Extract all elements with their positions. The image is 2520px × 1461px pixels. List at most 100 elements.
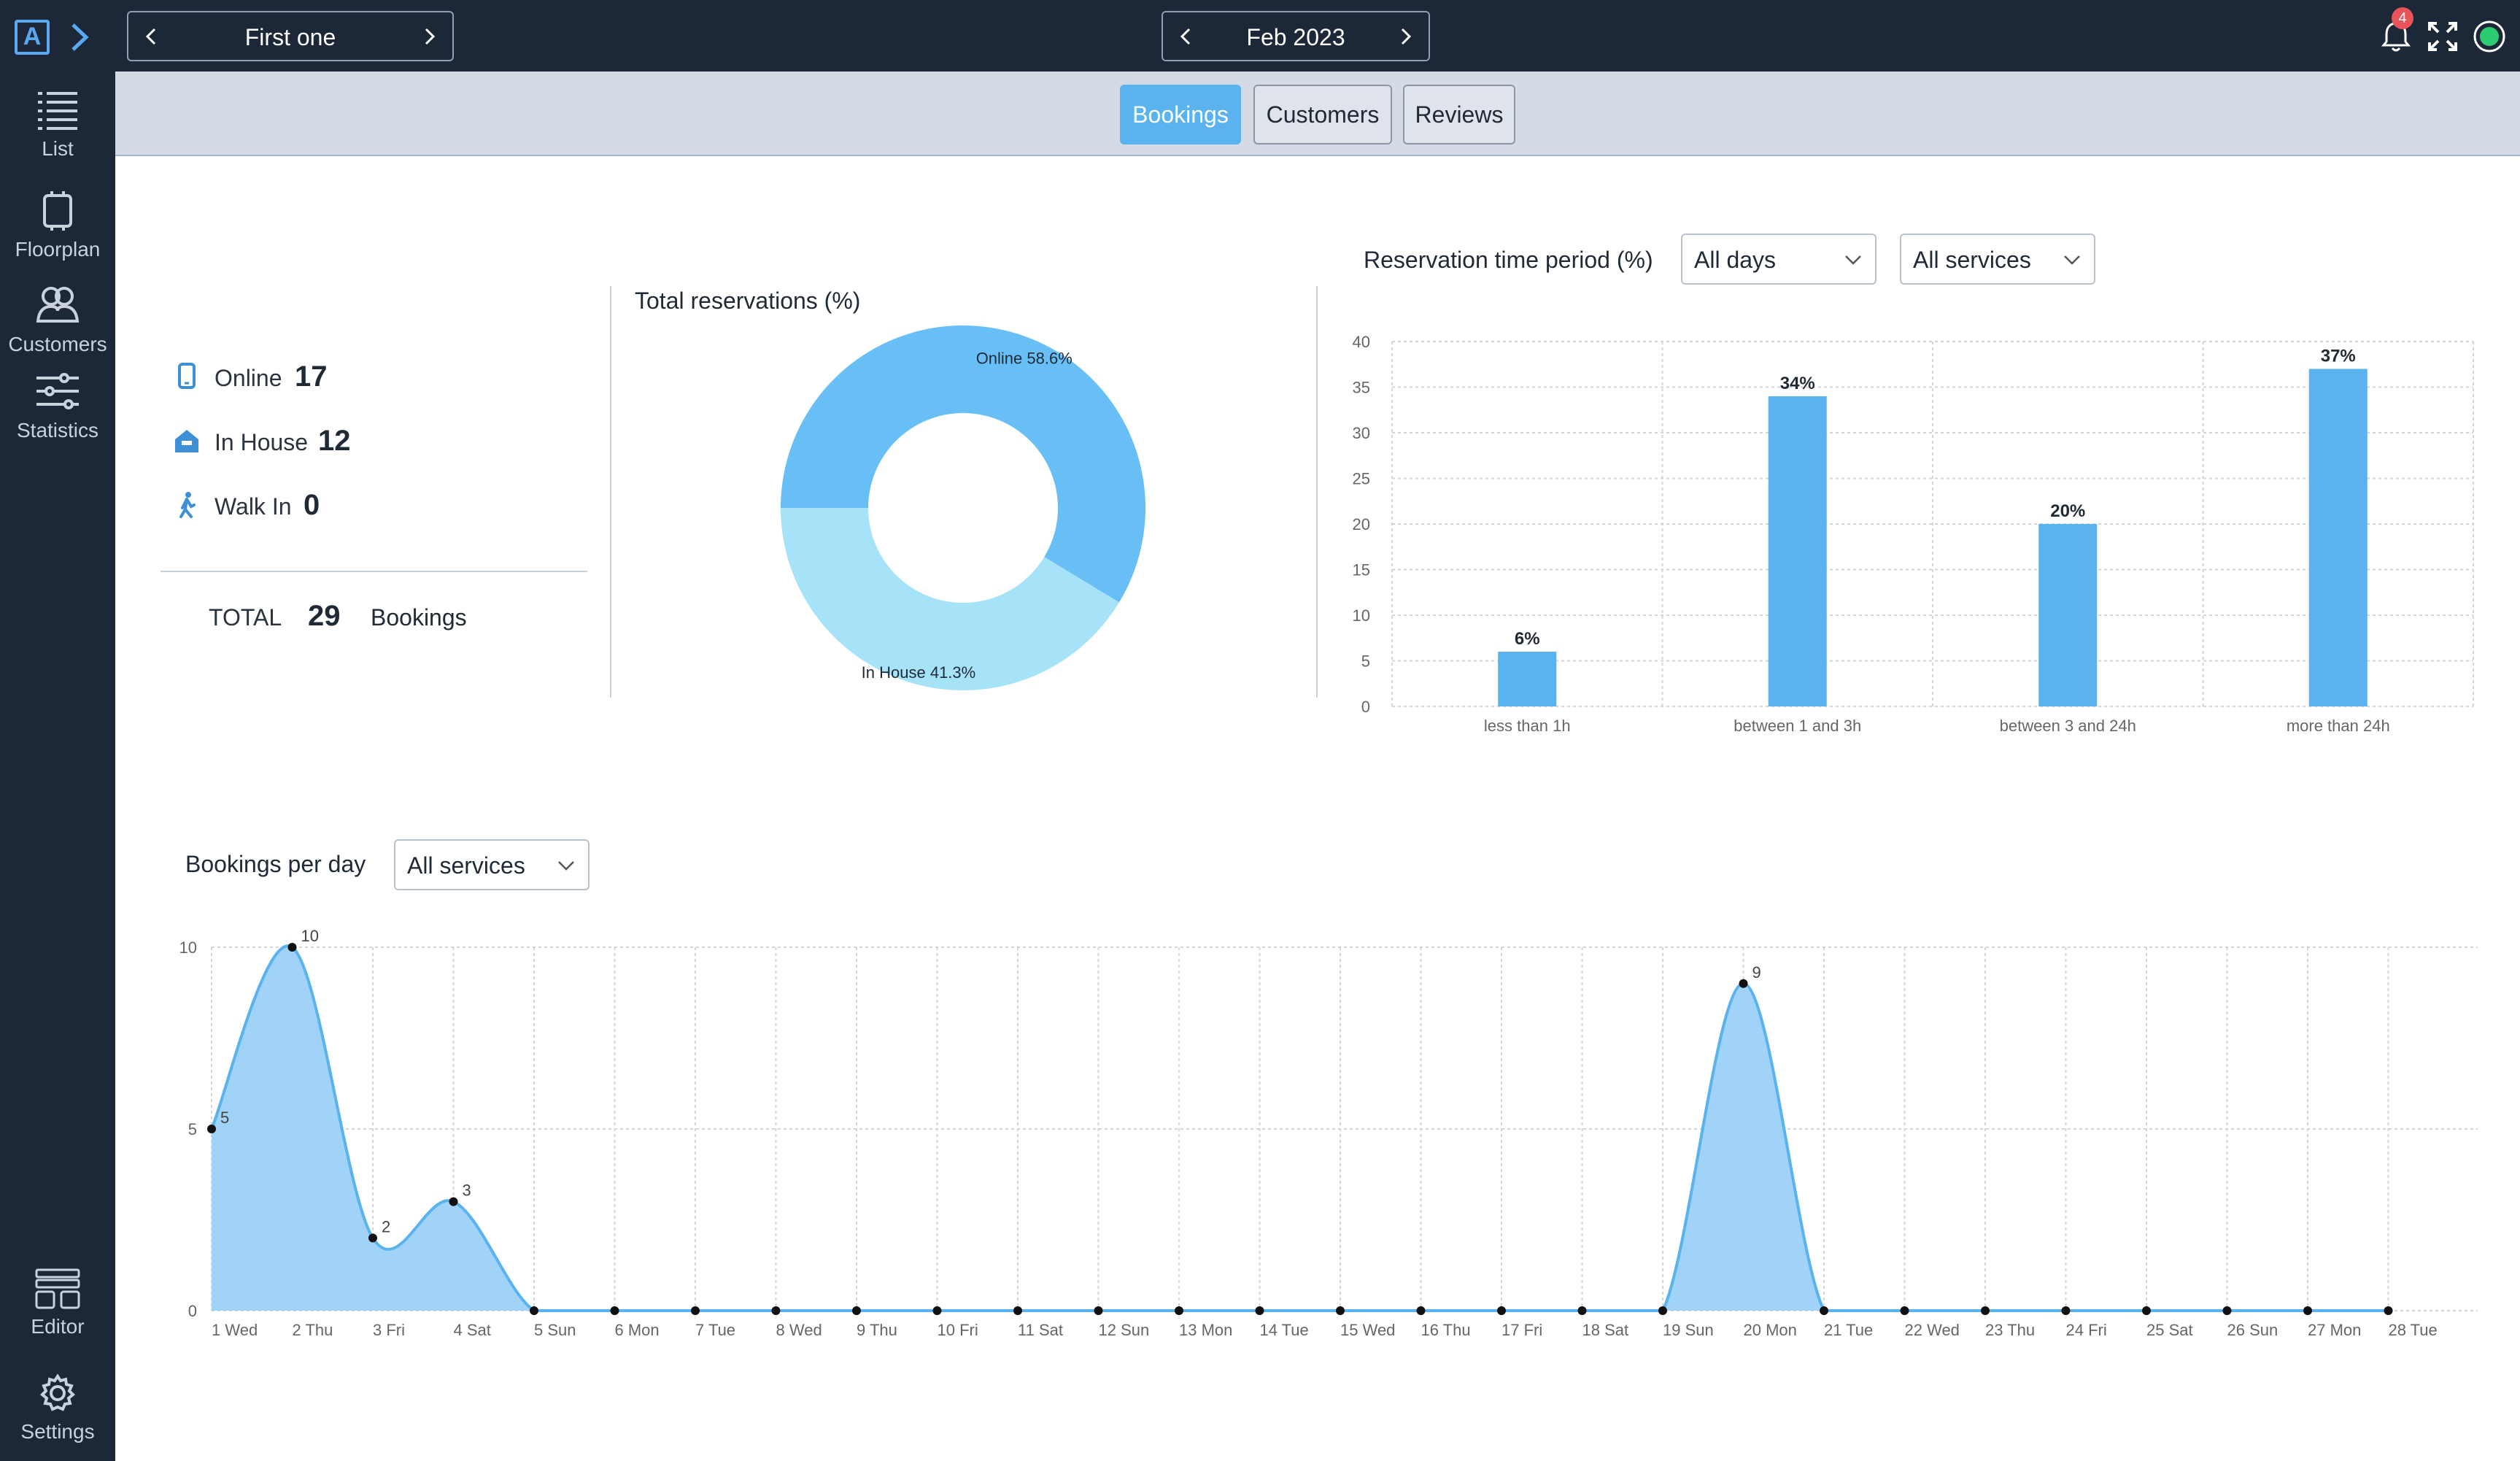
- data-point: [1577, 1306, 1587, 1315]
- tab-customers[interactable]: Customers: [1253, 85, 1392, 144]
- sidebar-item-list[interactable]: List: [0, 88, 115, 168]
- x-tick-label: 16 Thu: [1421, 1321, 1471, 1339]
- x-tick-label: 20 Mon: [1744, 1321, 1797, 1339]
- stat-online-value: 17: [295, 361, 328, 393]
- stat-online: Online 17: [172, 355, 362, 398]
- x-tick-label: 5 Sun: [534, 1321, 576, 1339]
- period-selector: Feb 2023: [1162, 11, 1430, 61]
- data-point: [1739, 979, 1748, 988]
- x-tick-label: 26 Sun: [2227, 1321, 2279, 1339]
- y-tick-label: 10: [179, 938, 197, 957]
- bar: [2038, 524, 2098, 706]
- y-tick-label: 0: [188, 1302, 197, 1320]
- x-tick-label: 8 Wed: [776, 1321, 822, 1339]
- y-tick-label: 35: [1353, 379, 1370, 397]
- reservation-period-bar-chart: 0 5 10 15 20 25 30 35 40 6% less than 1h 34% between…: [1353, 333, 2474, 735]
- x-tick-label: 12 Sun: [1099, 1321, 1150, 1339]
- data-point: [932, 1306, 942, 1315]
- x-tick-label: 25 Sat: [2146, 1321, 2193, 1339]
- data-point-label: 9: [1752, 963, 1761, 982]
- bar: [1768, 396, 1827, 706]
- stat-online-label: Online: [214, 365, 282, 391]
- y-tick-label: 20: [1353, 515, 1370, 533]
- data-point: [691, 1306, 700, 1315]
- services-select-day[interactable]: All services: [394, 839, 590, 890]
- total-value: 29: [308, 600, 341, 632]
- data-point: [771, 1306, 781, 1315]
- x-tick-label: 17 Fri: [1501, 1321, 1542, 1339]
- next-month-icon[interactable]: [1392, 23, 1418, 50]
- data-point: [852, 1306, 861, 1315]
- chevron-down-icon: [558, 861, 574, 871]
- data-point: [1900, 1306, 1909, 1315]
- data-point-label: 3: [463, 1181, 471, 1200]
- walking-person-icon: [179, 492, 196, 518]
- x-tick-label: 1 Wed: [212, 1321, 258, 1339]
- total-unit: Bookings: [371, 604, 467, 631]
- area-chart-title: Bookings per day: [185, 851, 366, 877]
- donut-chart-title: Total reservations (%): [635, 288, 861, 314]
- data-point-label: 10: [301, 927, 319, 945]
- bookings-per-day-area-chart: 0 5 10 5 1 Wed 10 2 Thu 2 3 Fri 3 4 Sat 5 Sun 6 Mon 7…: [179, 927, 2478, 1339]
- bar: [1498, 652, 1557, 706]
- data-point: [2222, 1306, 2232, 1315]
- sidebar-item-label: Floorplan: [15, 238, 101, 261]
- x-tick-label: 15 Wed: [1340, 1321, 1395, 1339]
- editor-icon: [35, 1268, 80, 1309]
- x-tick-label: 18 Sat: [1582, 1321, 1629, 1339]
- data-point: [610, 1306, 619, 1315]
- sidebar-item-settings[interactable]: Settings: [0, 1371, 115, 1451]
- x-tick-label: 6 Mon: [615, 1321, 660, 1339]
- sidebar-item-statistics[interactable]: Statistics: [0, 369, 115, 450]
- days-select-value: All days: [1694, 247, 1777, 273]
- data-point: [1658, 1306, 1667, 1315]
- location-name[interactable]: First one: [128, 24, 452, 51]
- x-tick-label: less than 1h: [1484, 717, 1571, 735]
- reservations-donut-chart: Online 58.6% In House 41.3%: [781, 325, 1145, 690]
- bar-value-label: 20%: [2050, 501, 2085, 521]
- phone-icon: [178, 363, 196, 389]
- data-point: [287, 943, 297, 952]
- sidebar-item-editor[interactable]: Editor: [0, 1265, 115, 1346]
- expand-chevron-icon[interactable]: [61, 19, 98, 55]
- fullscreen-icon[interactable]: [2424, 18, 2462, 55]
- top-bar: A First one Feb 2023 4: [0, 0, 2520, 72]
- y-tick-label: 30: [1353, 424, 1370, 442]
- tab-bookings[interactable]: Bookings: [1120, 85, 1241, 144]
- x-tick-label: 2 Thu: [293, 1321, 333, 1339]
- sidebar-item-label: List: [42, 137, 74, 160]
- bar-chart-title: Reservation time period (%): [1364, 247, 1653, 273]
- stat-inhouse-label: In House: [214, 429, 309, 455]
- y-tick-label: 25: [1353, 470, 1370, 488]
- online-status-icon[interactable]: [2470, 18, 2508, 55]
- x-tick-label: 3 Fri: [373, 1321, 405, 1339]
- stat-inhouse-value: 12: [318, 425, 351, 457]
- data-point: [1013, 1306, 1022, 1315]
- statistics-icon: [36, 373, 79, 409]
- sidebar-item-customers[interactable]: Customers: [0, 283, 115, 363]
- tab-reviews[interactable]: Reviews: [1403, 85, 1515, 144]
- stat-inhouse: In House 12: [172, 419, 376, 463]
- x-tick-label: 10 Fri: [938, 1321, 978, 1339]
- data-point: [1416, 1306, 1426, 1315]
- y-tick-label: 5: [1361, 652, 1370, 671]
- data-point: [1175, 1306, 1183, 1315]
- data-point: [530, 1306, 538, 1315]
- sidebar-item-floorplan[interactable]: Floorplan: [0, 188, 115, 269]
- x-tick-label: 13 Mon: [1179, 1321, 1232, 1339]
- data-point-label: 5: [220, 1109, 229, 1127]
- next-location-icon[interactable]: [416, 23, 442, 50]
- bar: [2308, 369, 2368, 706]
- bar-value-label: 6%: [1515, 629, 1540, 649]
- chevron-down-icon: [2064, 255, 2080, 265]
- x-tick-label: 11 Sat: [1018, 1321, 1063, 1339]
- period-label[interactable]: Feb 2023: [1163, 24, 1429, 51]
- services-select-time[interactable]: All services: [1900, 234, 2095, 285]
- x-tick-label: between 3 and 24h: [2000, 717, 2136, 735]
- app-logo[interactable]: A: [15, 20, 50, 55]
- x-tick-label: 19 Sun: [1663, 1321, 1714, 1339]
- total-label: TOTAL: [209, 604, 282, 631]
- stat-walkin-value: 0: [304, 489, 320, 521]
- days-select[interactable]: All days: [1681, 234, 1877, 285]
- x-tick-label: 14 Tue: [1260, 1321, 1309, 1339]
